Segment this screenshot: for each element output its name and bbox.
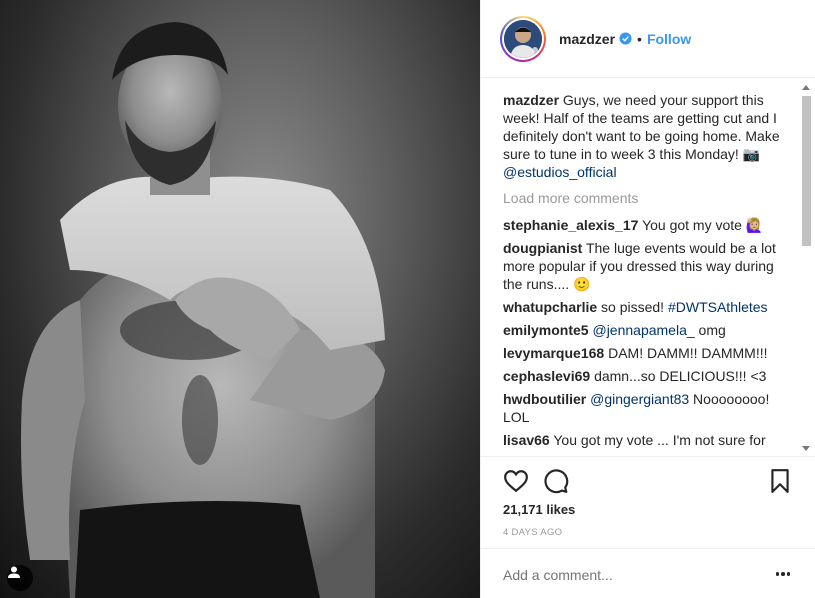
caption-mention[interactable]: @estudios_official xyxy=(503,164,617,180)
bookmark-icon[interactable] xyxy=(767,468,793,494)
comment-hashtag[interactable]: #DWTSAthletes xyxy=(668,299,768,315)
post-header: mazdzer • Follow xyxy=(481,0,815,78)
verified-badge-icon xyxy=(619,32,632,45)
comment-item: dougpianist The luge events would be a l… xyxy=(503,239,786,293)
comment-text: You got my vote ... I'm not sure for xyxy=(553,432,766,448)
comment-username[interactable]: levymarque168 xyxy=(503,345,604,361)
heart-icon[interactable] xyxy=(503,468,529,494)
post-timestamp[interactable]: 4 DAYS AGO xyxy=(503,527,562,538)
comment-text: You got my vote 🙋🏼‍♀️ xyxy=(642,217,764,233)
post-photo[interactable] xyxy=(0,0,480,598)
comment-item: whatupcharlie so pissed! #DWTSAthletes xyxy=(503,298,786,316)
likes-count[interactable]: 21,171 likes xyxy=(503,502,575,517)
follow-button[interactable]: Follow xyxy=(647,31,691,47)
scroll-up-arrow-icon[interactable] xyxy=(802,85,810,90)
scrollbar-thumb[interactable] xyxy=(802,96,811,246)
add-comment-input[interactable] xyxy=(503,567,753,583)
comment-text: DAM! DAMM!! DAMMM!!! xyxy=(608,345,768,361)
comments-list[interactable]: mazdzer Guys, we need your support this … xyxy=(481,79,815,456)
comment-mention[interactable]: @jennapamela_ xyxy=(592,322,694,338)
comment-username[interactable]: hwdboutilier xyxy=(503,391,586,407)
comment-item: lisav66 You got my vote ... I'm not sure… xyxy=(503,431,786,449)
comment-username[interactable]: lisav66 xyxy=(503,432,550,448)
comment-item: cephaslevi69 damn...so DELICIOUS!!! <3 xyxy=(503,367,786,385)
comment-item: levymarque168 DAM! DAMM!! DAMMM!!! xyxy=(503,344,786,362)
load-more-comments-button[interactable]: Load more comments xyxy=(503,189,786,207)
comment-text: damn...so DELICIOUS!!! <3 xyxy=(594,368,767,384)
comment-username[interactable]: emilymonte5 xyxy=(503,322,589,338)
comment-icon[interactable] xyxy=(543,468,569,494)
comment-item: stephanie_alexis_17 You got my vote 🙋🏼‍♀… xyxy=(503,216,786,234)
user-tag-icon[interactable] xyxy=(7,565,33,591)
comment-username[interactable]: whatupcharlie xyxy=(503,299,597,315)
comment-text: omg xyxy=(694,322,726,338)
comment-username[interactable]: stephanie_alexis_17 xyxy=(503,217,638,233)
comment-text: so pissed! xyxy=(601,299,668,315)
more-options-icon[interactable] xyxy=(775,572,790,576)
post-username[interactable]: mazdzer xyxy=(559,31,615,47)
comments-scrollbar[interactable] xyxy=(800,82,812,454)
comment-username[interactable]: cephaslevi69 xyxy=(503,368,590,384)
header-separator: • xyxy=(637,30,642,47)
post-actions: 21,171 likes 4 DAYS AGO xyxy=(481,456,815,548)
comment-item: emilymonte5 @jennapamela_ omg xyxy=(503,321,786,339)
comment-item: hwdboutilier @gingergiant83 Noooooooo! L… xyxy=(503,390,786,426)
avatar[interactable] xyxy=(500,15,546,62)
post-side-panel: mazdzer • Follow mazdzer Guys, we need y… xyxy=(480,0,815,598)
scroll-down-arrow-icon[interactable] xyxy=(802,446,810,451)
comment-mention[interactable]: @gingergiant83 xyxy=(590,391,689,407)
post-caption: mazdzer Guys, we need your support this … xyxy=(503,91,786,181)
caption-username[interactable]: mazdzer xyxy=(503,92,559,108)
photo-illustration xyxy=(21,22,385,598)
add-comment-bar xyxy=(481,548,815,598)
comment-username[interactable]: dougpianist xyxy=(503,240,582,256)
